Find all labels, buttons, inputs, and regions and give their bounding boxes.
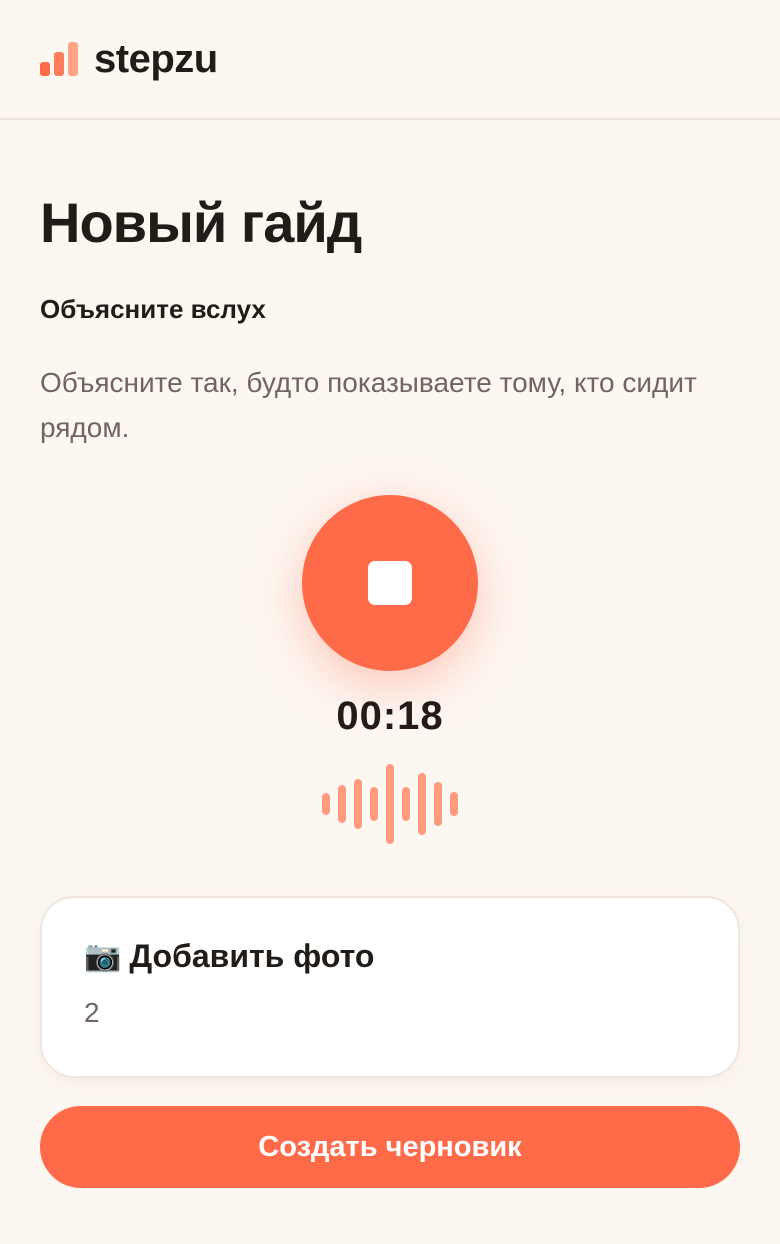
- recording-timer: 00:18: [336, 694, 444, 738]
- brand-name: stepzu: [94, 36, 218, 81]
- add-photo-card[interactable]: 📷 Добавить фото 2: [40, 896, 740, 1078]
- waveform-icon: [0, 764, 780, 844]
- add-photo-title: 📷 Добавить фото: [84, 938, 696, 975]
- create-draft-button[interactable]: Создать черновик: [40, 1106, 740, 1188]
- camera-icon: 📷: [84, 940, 122, 973]
- stop-recording-button[interactable]: [302, 495, 478, 671]
- photo-count: 2: [84, 997, 100, 1028]
- app-header: stepzu: [0, 0, 780, 120]
- page-title: Новый гайд: [40, 191, 362, 254]
- add-photo-label: Добавить фото: [129, 938, 375, 974]
- stop-icon: [368, 561, 412, 605]
- section-subtitle: Объясните вслух: [40, 294, 266, 324]
- logo-icon: [40, 42, 78, 76]
- instruction-text: Объясните так, будто показываете тому, к…: [40, 367, 697, 443]
